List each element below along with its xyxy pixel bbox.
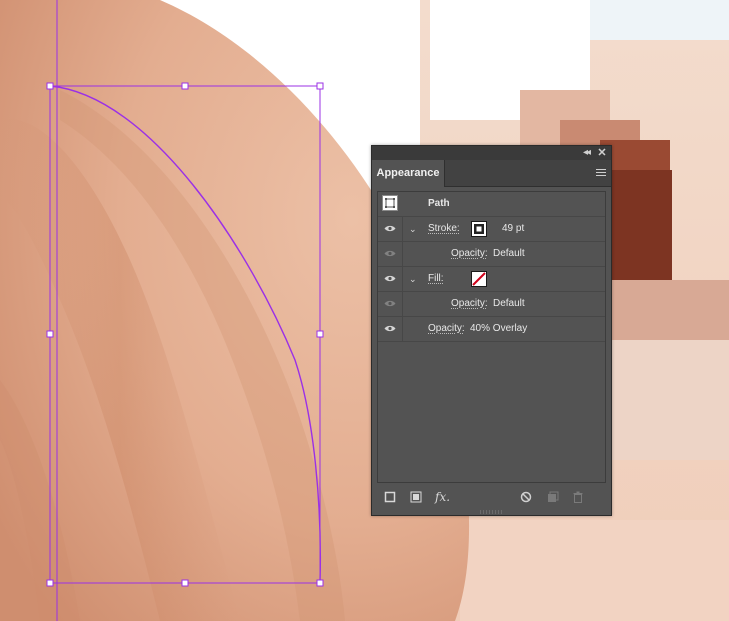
handle-middle-right [316,330,324,338]
object-opacity-value: 40% Overlay [470,323,528,334]
stroke-opacity-value: Default [493,248,525,259]
handle-bottom-middle [181,579,189,587]
close-icon[interactable]: ✕ [595,146,609,160]
panel-tab-bar: Appearance [372,160,611,187]
handle-bottom-right [316,579,324,587]
object-opacity-label[interactable]: Opacity: [428,323,465,334]
appearance-panel: ◂◂ ✕ Appearance Path ⌄ Stroke: 49 pt Opa… [371,145,612,516]
panel-bottom-toolbar: fx. [372,486,611,508]
row-stroke-opacity[interactable]: Opacity: Default [378,242,605,267]
visibility-eye-icon[interactable] [384,250,396,257]
stroke-swatch[interactable] [471,221,487,237]
chevron-down-icon[interactable]: ⌄ [409,267,417,291]
row-object-opacity[interactable]: Opacity: 40% Overlay [378,317,605,342]
stroke-color-icon [472,222,486,236]
fill-swatch[interactable] [471,271,487,287]
row-fill[interactable]: ⌄ Fill: [378,267,605,292]
object-type-label: Path [428,198,450,209]
tab-appearance[interactable]: Appearance [372,160,445,187]
duplicate-item-icon[interactable] [547,491,559,503]
visibility-eye-icon[interactable] [384,275,396,282]
resize-grip[interactable] [480,510,502,514]
fx-icon[interactable]: fx. [435,491,453,503]
no-fill-icon [472,272,486,286]
add-new-fill-icon[interactable] [410,491,422,503]
handle-top-right [316,82,324,90]
add-new-stroke-icon[interactable] [384,491,396,503]
delete-item-icon[interactable] [572,491,584,503]
fill-opacity-label[interactable]: Opacity: [451,298,488,309]
double-chevron-left-icon[interactable]: ◂◂ [579,146,593,160]
hamburger-menu-icon[interactable] [595,167,607,179]
artboard-canvas[interactable] [0,0,729,621]
stroke-opacity-label[interactable]: Opacity: [451,248,488,259]
appearance-attributes-list: Path ⌄ Stroke: 49 pt Opacity: Default ⌄ … [377,191,606,483]
row-stroke[interactable]: ⌄ Stroke: 49 pt [378,217,605,242]
stroke-weight-value[interactable]: 49 pt [502,217,524,241]
chevron-down-icon[interactable]: ⌄ [409,217,417,241]
handle-top-left [46,82,54,90]
visibility-eye-icon[interactable] [384,300,396,307]
fill-label[interactable]: Fill: [428,273,444,284]
visibility-eye-icon[interactable] [384,325,396,332]
path-thumbnail-icon [382,195,398,211]
panel-title-bar[interactable]: ◂◂ ✕ [372,146,611,160]
handle-top-middle [181,82,189,90]
row-object-path[interactable]: Path [378,192,605,217]
handle-bottom-left [46,579,54,587]
handle-middle-left [46,330,54,338]
fill-opacity-value: Default [493,298,525,309]
stroke-label[interactable]: Stroke: [428,223,460,234]
visibility-eye-icon[interactable] [384,225,396,232]
clear-appearance-icon[interactable] [520,491,532,503]
row-fill-opacity[interactable]: Opacity: Default [378,292,605,317]
